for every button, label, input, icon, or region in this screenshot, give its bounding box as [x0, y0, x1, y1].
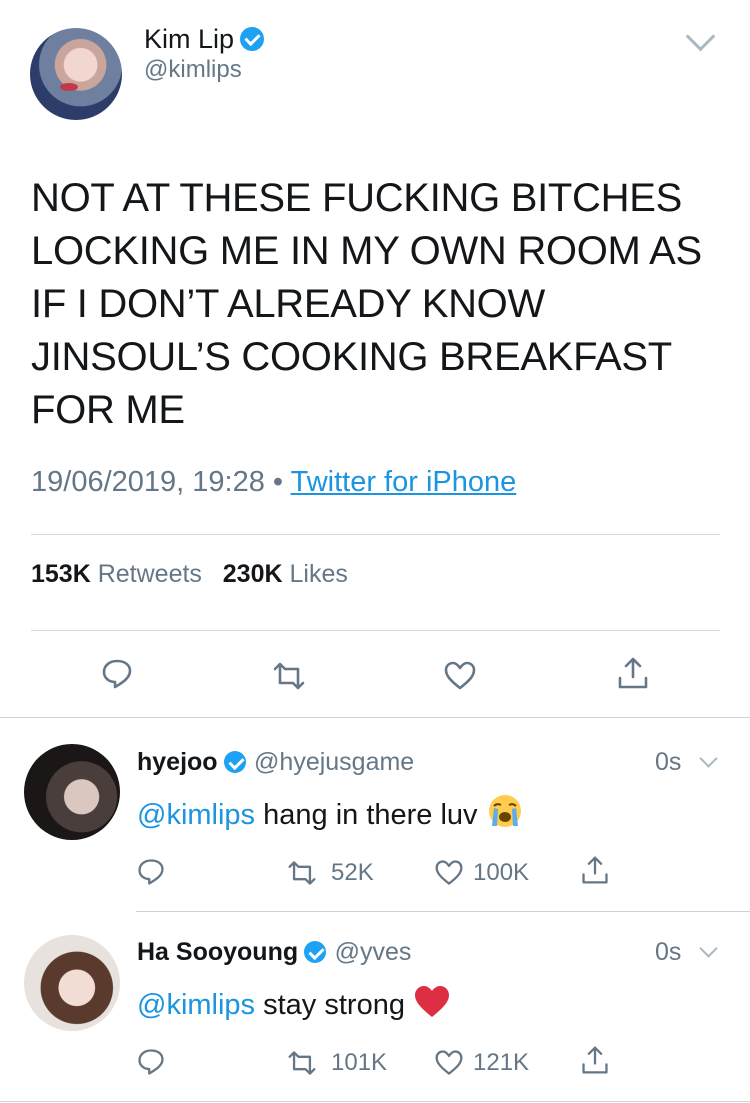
like-count: 121K: [473, 1049, 530, 1076]
crying-face-emoji-icon: [488, 795, 521, 827]
tweet-text: NOT AT THESE FUCKING BITCHES LOCKING ME …: [31, 176, 702, 432]
like-count: 100K: [473, 859, 530, 886]
retweet-icon[interactable]: [287, 858, 317, 888]
chevron-down-icon[interactable]: [685, 21, 716, 52]
reply-icon[interactable]: [136, 1047, 166, 1077]
meta-separator: •: [272, 466, 284, 498]
divider: [31, 630, 720, 631]
mention-link[interactable]: @kimlips: [137, 989, 255, 1021]
divider: [31, 534, 720, 535]
author-handle[interactable]: @kimlips: [144, 56, 242, 84]
reply-time[interactable]: 0s: [655, 938, 681, 967]
share-icon[interactable]: [580, 855, 610, 885]
reply-header: hyejoo @hyejusgame: [137, 748, 414, 777]
likes-stat[interactable]: 230K Likes: [223, 560, 348, 588]
red-heart-emoji-icon: [415, 986, 450, 1017]
verified-badge-icon: [240, 27, 265, 51]
reply-body: stay strong: [263, 989, 405, 1021]
author-name-row[interactable]: Kim Lip: [144, 24, 265, 55]
reply-body: hang in there luv: [263, 799, 478, 831]
retweet-count: 52K: [331, 859, 374, 886]
retweets-label: Retweets: [97, 560, 202, 588]
divider: [136, 911, 750, 912]
reply-time[interactable]: 0s: [655, 748, 681, 777]
reply-handle[interactable]: @yves: [335, 938, 412, 966]
verified-badge-icon: [223, 751, 246, 773]
share-icon[interactable]: [616, 656, 650, 690]
reply-display-name[interactable]: hyejoo: [137, 748, 218, 776]
chevron-down-icon[interactable]: [699, 939, 718, 958]
divider: [0, 717, 750, 718]
tweet-meta: 19/06/2019, 19:28 • Twitter for iPhone: [31, 466, 516, 499]
reply-text: @kimlips hang in there luv: [137, 792, 524, 832]
like-icon[interactable]: [443, 659, 477, 693]
source-link[interactable]: Twitter for iPhone: [291, 466, 517, 498]
likes-count: 230K: [222, 560, 283, 588]
mention-link[interactable]: @kimlips: [137, 799, 255, 831]
avatar[interactable]: [24, 935, 120, 1031]
avatar[interactable]: [30, 28, 122, 120]
chevron-down-icon[interactable]: [699, 749, 718, 768]
verified-badge-icon: [304, 941, 327, 963]
reply-header: Ha Sooyoung @yves: [137, 938, 411, 967]
like-icon[interactable]: [434, 858, 464, 888]
like-icon[interactable]: [434, 1048, 464, 1078]
retweet-count: 101K: [331, 1049, 388, 1076]
likes-label: Likes: [289, 560, 348, 588]
reply-display-name[interactable]: Ha Sooyoung: [137, 938, 298, 966]
reply-text: @kimlips stay strong: [137, 984, 451, 1022]
divider: [0, 1101, 750, 1102]
engagement-stats: 153K Retweets 230K Likes: [31, 560, 348, 589]
tweet-timestamp[interactable]: 19/06/2019, 19:28: [31, 466, 265, 498]
retweets-stat[interactable]: 153K Retweets: [31, 560, 202, 588]
reply-handle[interactable]: @hyejusgame: [254, 748, 414, 776]
avatar[interactable]: [24, 744, 120, 840]
retweets-count: 153K: [31, 560, 91, 588]
author-display-name[interactable]: Kim Lip: [144, 24, 234, 54]
retweet-icon[interactable]: [287, 1048, 317, 1078]
reply-icon[interactable]: [100, 657, 134, 691]
share-icon[interactable]: [580, 1045, 610, 1075]
retweet-icon[interactable]: [272, 659, 306, 693]
reply-icon[interactable]: [136, 857, 166, 887]
